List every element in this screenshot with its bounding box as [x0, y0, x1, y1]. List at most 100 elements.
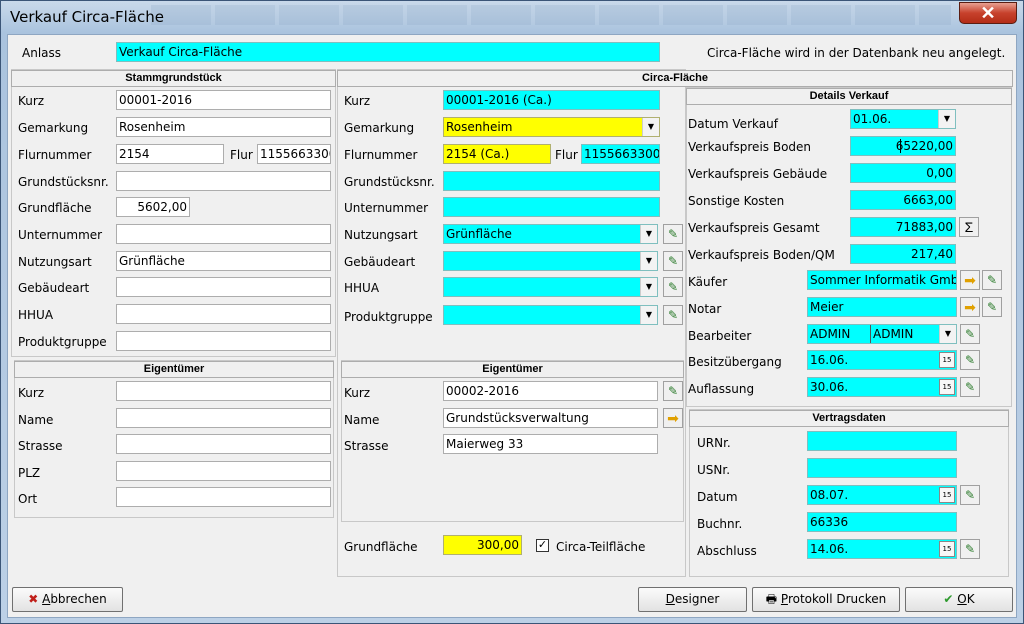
- anlass-field[interactable]: Verkauf Circa-Fläche: [116, 42, 660, 62]
- kaeufer-edit-button[interactable]: ✎: [982, 270, 1002, 290]
- kaeufer-goto-button[interactable]: ➡: [960, 270, 980, 290]
- notar-goto-button[interactable]: ➡: [960, 297, 980, 317]
- eig-left-plz-label: PLZ: [18, 466, 41, 480]
- pencil-edit-icon: ✎: [667, 384, 679, 398]
- stamm-kurz-field[interactable]: 00001-2016: [116, 90, 331, 110]
- circa-teilflaeche-checkbox[interactable]: ✓: [536, 539, 549, 552]
- circa-produktgruppe-select[interactable]: ▼: [443, 305, 658, 325]
- pencil-edit-icon: ✎: [964, 327, 976, 341]
- abschluss-edit-button[interactable]: ✎: [960, 539, 980, 559]
- vk-gebaeude-label: Verkaufspreis Gebäude: [688, 167, 828, 181]
- ok-button[interactable]: ✔ OK: [905, 587, 1013, 612]
- circa-nutzungsart-select[interactable]: Grünfläche ▼: [443, 224, 658, 244]
- circa-grundflaeche-field[interactable]: 300,00: [443, 535, 522, 555]
- pencil-edit-icon: ✎: [964, 380, 976, 394]
- buchnr-field[interactable]: 66336: [807, 512, 957, 532]
- vk-qm-field[interactable]: 217,40: [850, 244, 956, 264]
- stamm-hhua-field[interactable]: [116, 304, 331, 324]
- protokoll-label: rotokoll Drucken: [787, 592, 887, 606]
- besitzuebergang-edit-button[interactable]: ✎: [960, 350, 980, 370]
- stamm-grundstuecksnr-field[interactable]: [116, 171, 331, 191]
- urnr-field[interactable]: [807, 431, 957, 451]
- calendar-icon[interactable]: 15: [939, 541, 955, 557]
- datum-verkauf-select[interactable]: 01.06. ▼: [850, 109, 956, 129]
- circa-produktgruppe-label: Produktgruppe: [344, 310, 433, 324]
- eig-left-strasse-label: Strasse: [18, 439, 63, 453]
- besitzuebergang-field[interactable]: 16.06. 15: [807, 350, 957, 370]
- calendar-icon[interactable]: 15: [939, 352, 955, 368]
- vk-boden-value: 65220,00: [895, 139, 953, 153]
- sum-button[interactable]: Σ: [959, 217, 979, 237]
- auflassung-edit-button[interactable]: ✎: [960, 377, 980, 397]
- close-icon: ✕: [980, 3, 996, 23]
- vk-gesamt-field[interactable]: 71883,00: [850, 217, 956, 237]
- circa-unternummer-field[interactable]: [443, 197, 660, 217]
- chevron-down-icon[interactable]: ▼: [938, 110, 955, 128]
- abschluss-field[interactable]: 14.06. 15: [807, 539, 957, 559]
- stamm-gemarkung-field[interactable]: Rosenheim: [116, 117, 331, 137]
- notar-field[interactable]: Meier: [807, 297, 957, 317]
- gebaeudeart-edit-button[interactable]: ✎: [663, 251, 683, 271]
- stamm-flur-label: Flur: [230, 148, 253, 162]
- eig-left-kurz-field[interactable]: [116, 381, 331, 401]
- eig-mid-name-field[interactable]: Grundstücksverwaltung: [443, 408, 658, 428]
- eigentuemer-edit-button[interactable]: ✎: [663, 381, 683, 401]
- usnr-label: USNr.: [697, 463, 731, 477]
- circa-gemarkung-select[interactable]: Rosenheim ▼: [443, 117, 660, 137]
- eig-left-plz-field[interactable]: [116, 461, 331, 481]
- stamm-gebaeudeart-field[interactable]: [116, 277, 331, 297]
- nutzungsart-edit-button[interactable]: ✎: [663, 224, 683, 244]
- chevron-down-icon[interactable]: ▼: [642, 118, 659, 136]
- circa-kurz-field[interactable]: 00001-2016 (Ca.): [443, 90, 660, 110]
- circa-grundstuecksnr-field[interactable]: [443, 171, 660, 191]
- stamm-flurnummer-field[interactable]: 2154: [116, 144, 224, 164]
- bearbeiter-label: Bearbeiter: [688, 329, 752, 343]
- calendar-icon[interactable]: 15: [939, 379, 955, 395]
- datum-verkauf-label: Datum Verkauf: [688, 117, 778, 131]
- eig-left-strasse-field[interactable]: [116, 434, 331, 454]
- stamm-flur-field[interactable]: 1155663300: [257, 144, 331, 164]
- buchnr-label: Buchnr.: [697, 517, 743, 531]
- designer-button[interactable]: Designer: [638, 587, 747, 612]
- vertrag-datum-edit-button[interactable]: ✎: [960, 485, 980, 505]
- bearbeiter-edit-button[interactable]: ✎: [960, 324, 980, 344]
- stamm-nutzungsart-field[interactable]: Grünfläche: [116, 251, 331, 271]
- circa-gebaeudeart-select[interactable]: ▼: [443, 251, 658, 271]
- vertrag-datum-field[interactable]: 08.07. 15: [807, 485, 957, 505]
- hhua-edit-button[interactable]: ✎: [663, 277, 683, 297]
- chevron-down-icon[interactable]: ▼: [939, 325, 956, 343]
- chevron-down-icon[interactable]: ▼: [640, 252, 657, 270]
- chevron-down-icon[interactable]: ▼: [640, 306, 657, 324]
- stamm-unternummer-field[interactable]: [116, 224, 331, 244]
- circa-hhua-label: HHUA: [344, 281, 380, 295]
- vk-gebaeude-field[interactable]: 0,00: [850, 163, 956, 183]
- close-button[interactable]: ✕: [959, 2, 1017, 24]
- circa-hhua-select[interactable]: ▼: [443, 277, 658, 297]
- vk-boden-field[interactable]: 65220,00: [850, 136, 956, 156]
- protokoll-drucken-button[interactable]: 🖶 Protokoll Drucken: [752, 587, 900, 612]
- eig-mid-kurz-field[interactable]: 00002-2016: [443, 381, 658, 401]
- stamm-produktgruppe-field[interactable]: [116, 331, 331, 351]
- bearbeiter-select[interactable]: ADMIN ADMIN ▼: [807, 324, 957, 344]
- sonstige-kosten-field[interactable]: 6663,00: [850, 190, 956, 210]
- auflassung-field[interactable]: 30.06. 15: [807, 377, 957, 397]
- produktgruppe-edit-button[interactable]: ✎: [663, 305, 683, 325]
- calendar-icon[interactable]: 15: [939, 487, 955, 503]
- usnr-field[interactable]: [807, 458, 957, 478]
- abbrechen-button[interactable]: ✖ Abbrechen: [12, 587, 123, 612]
- notar-label: Notar: [688, 302, 722, 316]
- details-verkauf-header: Details Verkauf: [686, 88, 1012, 105]
- stamm-grundflaeche-field[interactable]: 5602,00: [116, 197, 190, 217]
- protokoll-accel: P: [780, 592, 788, 606]
- circa-flur-field[interactable]: 1155663300: [581, 144, 660, 164]
- kaeufer-field[interactable]: Sommer Informatik GmbH: [807, 270, 957, 290]
- circa-flurnummer-label: Flurnummer: [344, 148, 418, 162]
- chevron-down-icon[interactable]: ▼: [640, 225, 657, 243]
- chevron-down-icon[interactable]: ▼: [640, 278, 657, 296]
- eig-left-name-field[interactable]: [116, 408, 331, 428]
- circa-flurnummer-field[interactable]: 2154 (Ca.): [443, 144, 551, 164]
- eig-mid-strasse-field[interactable]: Maierweg 33: [443, 434, 658, 454]
- notar-edit-button[interactable]: ✎: [982, 297, 1002, 317]
- eigentuemer-goto-button[interactable]: ➡: [663, 408, 683, 428]
- eig-left-ort-field[interactable]: [116, 487, 331, 507]
